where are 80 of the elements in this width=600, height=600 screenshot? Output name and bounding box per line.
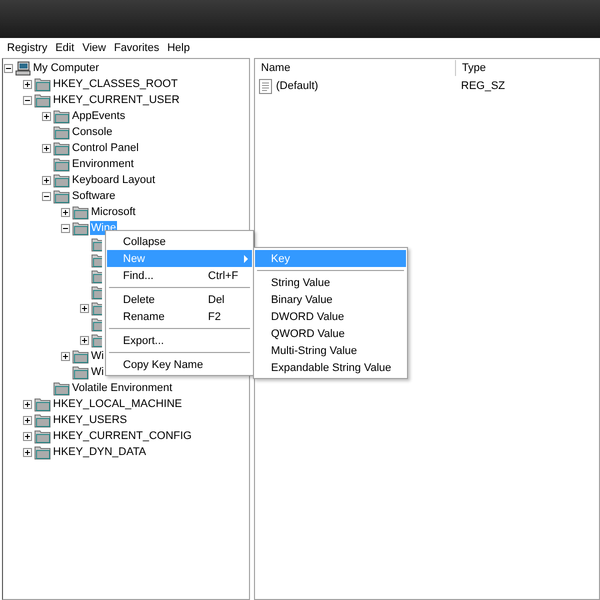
expand-toggle[interactable]: [23, 80, 32, 88]
folder-icon: [53, 188, 70, 204]
collapse-toggle[interactable]: [61, 224, 70, 232]
expand-toggle[interactable]: [61, 208, 70, 216]
menu-item[interactable]: Collapse: [107, 233, 252, 250]
tree-item[interactable]: HKEY_CLASSES_ROOT: [52, 77, 179, 91]
folder-icon: [34, 428, 51, 444]
folder-icon: [34, 92, 51, 108]
collapse-toggle[interactable]: [4, 64, 13, 72]
tree-item[interactable]: HKEY_DYN_DATA: [52, 445, 148, 459]
folder-icon: [34, 412, 51, 428]
menu-item[interactable]: Delete Del: [107, 291, 252, 308]
folder-icon: [53, 140, 70, 156]
folder-icon: [72, 204, 89, 220]
folder-icon: [53, 108, 70, 124]
expand-toggle[interactable]: [23, 448, 32, 456]
expand-toggle[interactable]: [23, 432, 32, 440]
expand-toggle[interactable]: [80, 336, 89, 344]
menu-entry[interactable]: Registry: [3, 39, 52, 57]
folder-icon: [72, 220, 89, 236]
expand-toggle[interactable]: [80, 304, 89, 312]
collapse-toggle[interactable]: [42, 192, 51, 200]
folder-icon: [72, 364, 89, 380]
submenu-arrow-icon: [244, 254, 248, 262]
menu-item[interactable]: Find... Ctrl+F: [107, 267, 252, 284]
tree-item[interactable]: Control Panel: [71, 141, 140, 155]
folder-icon: [53, 156, 70, 172]
folder-icon: [91, 316, 102, 332]
menu-entry[interactable]: Help: [163, 39, 194, 57]
folder-icon: [91, 284, 102, 300]
tree-item[interactable]: Console: [71, 125, 114, 139]
tree-item[interactable]: Volatile Environment: [71, 381, 174, 395]
folder-icon: [53, 172, 70, 188]
value-name: (Default): [276, 80, 320, 92]
tree-item[interactable]: Environment: [71, 157, 135, 171]
folder-icon: [91, 236, 102, 252]
expand-toggle[interactable]: [42, 112, 51, 120]
folder-icon: [53, 380, 70, 396]
tree-item[interactable]: Microsoft: [90, 205, 137, 219]
folder-icon: [34, 396, 51, 412]
tree-item[interactable]: AppEvents: [71, 109, 126, 123]
menu-item[interactable]: String Value: [255, 274, 406, 291]
folder-icon: [34, 76, 51, 92]
menu-item[interactable]: DWORD Value: [255, 308, 406, 325]
collapse-toggle[interactable]: [23, 96, 32, 104]
folder-icon: [91, 268, 102, 284]
folder-icon: [72, 348, 89, 364]
expand-toggle[interactable]: [42, 176, 51, 184]
expand-toggle[interactable]: [23, 416, 32, 424]
tree-item[interactable]: HKEY_CURRENT_USER: [52, 93, 181, 107]
tree-item[interactable]: Keyboard Layout: [71, 173, 156, 187]
folder-icon: [91, 332, 102, 348]
menu-item[interactable]: Expandable String Value: [255, 359, 406, 376]
menu-item[interactable]: Export...: [107, 332, 252, 349]
tree-item[interactable]: HKEY_LOCAL_MACHINE: [52, 397, 183, 411]
column-header[interactable]: Type: [456, 60, 486, 76]
folder-icon: [91, 300, 102, 316]
tree-item[interactable]: My Computer: [32, 61, 100, 75]
expand-toggle[interactable]: [23, 400, 32, 408]
menu-entry[interactable]: Edit: [51, 39, 78, 57]
menu-item[interactable]: Binary Value: [255, 291, 406, 308]
menu-entry[interactable]: Favorites: [110, 39, 164, 57]
menu-item[interactable]: Multi-String Value: [255, 342, 406, 359]
menu-item[interactable]: Copy Key Name: [107, 356, 252, 373]
menu-item[interactable]: Rename F2: [107, 308, 252, 325]
folder-icon: [34, 444, 51, 460]
tree-item[interactable]: HKEY_USERS: [52, 413, 128, 427]
tree-item[interactable]: HKEY_CURRENT_CONFIG: [52, 429, 193, 443]
value-type: REG_SZ: [461, 80, 506, 92]
column-header[interactable]: Name: [255, 60, 455, 76]
expand-toggle[interactable]: [42, 144, 51, 152]
folder-icon: [53, 124, 70, 140]
tree-item[interactable]: Wi: [90, 349, 105, 363]
expand-toggle[interactable]: [61, 352, 70, 360]
menu-item[interactable]: QWORD Value: [255, 325, 406, 342]
menu-entry[interactable]: View: [78, 39, 110, 57]
tree-item[interactable]: Software: [71, 189, 116, 203]
computer-icon: [15, 60, 31, 76]
tree-item[interactable]: Wi: [90, 365, 105, 379]
folder-icon: [91, 252, 102, 268]
